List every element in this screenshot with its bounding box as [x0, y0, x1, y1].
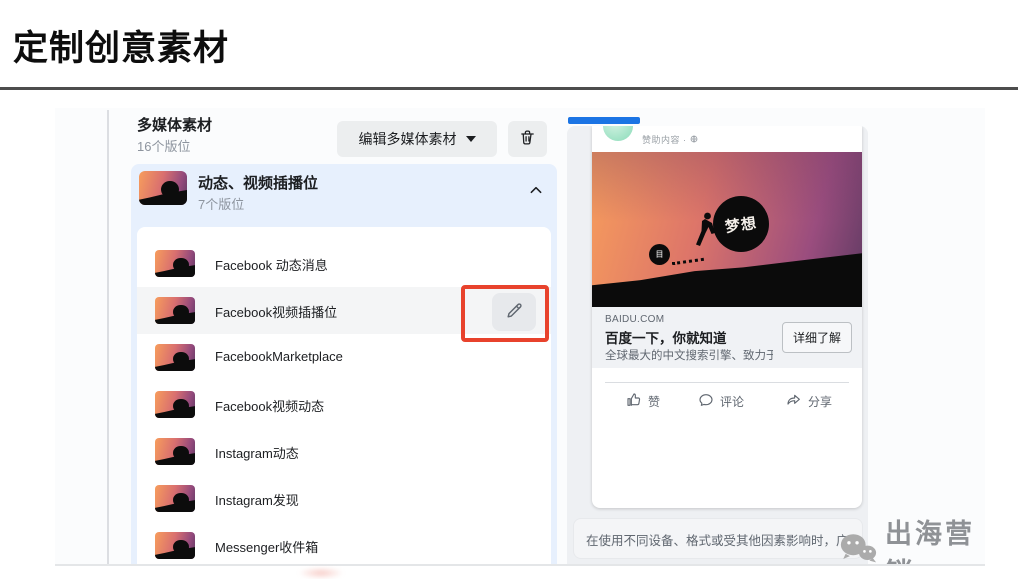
- thumb-up-icon: [626, 392, 642, 411]
- preview-footnote: 在使用不同设备、格式或受其他因素影响时，广: [573, 518, 863, 559]
- person-silhouette: [691, 212, 715, 253]
- group-title: 动态、视频插播位: [198, 175, 319, 192]
- ad-description: 全球最大的中文搜索引擎、致力于让...: [605, 350, 773, 362]
- placement-label: Instagram发现: [215, 493, 299, 508]
- comment-bubble-icon: [698, 392, 714, 411]
- share-action[interactable]: 分享: [786, 388, 832, 414]
- share-label: 分享: [808, 394, 833, 409]
- placement-label: Facebook 动态消息: [215, 258, 328, 273]
- placement-label: FacebookMarketplace: [215, 349, 343, 364]
- list-item-facebook-marketplace[interactable]: FacebookMarketplace: [137, 334, 551, 381]
- watermark: 出海营销: [838, 512, 985, 565]
- active-tab-indicator: [568, 117, 640, 124]
- caret-down-icon: [465, 136, 476, 142]
- panel-edge-divider: [107, 110, 109, 564]
- comment-label: 评论: [720, 394, 745, 409]
- trash-icon: [519, 129, 536, 149]
- group-count: 7个版位: [198, 197, 245, 212]
- dream-ball-graphic: 梦想: [713, 196, 769, 252]
- placement-thumbnail: [155, 485, 195, 512]
- red-smudge-artifact: [298, 567, 344, 579]
- placement-thumbnail: [155, 438, 195, 465]
- placement-thumbnail: [155, 250, 195, 277]
- like-label: 赞: [648, 394, 661, 409]
- chevron-up-icon[interactable]: [529, 182, 543, 200]
- sponsored-label: 赞助内容 ·: [642, 133, 698, 146]
- watermark-text: 出海营销: [885, 519, 975, 564]
- globe-icon: [690, 135, 698, 145]
- page-avatar: [603, 126, 633, 141]
- placement-thumbnail: [155, 532, 195, 559]
- actions-divider: [605, 382, 849, 383]
- media-section-count: 16个版位: [137, 139, 191, 154]
- ad-headline: 百度一下，你就知道: [605, 331, 727, 346]
- group-thumbnail: [139, 171, 187, 205]
- list-item-instagram-explore[interactable]: Instagram发现: [137, 475, 551, 522]
- like-action[interactable]: 赞: [626, 388, 660, 414]
- page-title: 定制创意素材: [13, 29, 230, 68]
- list-item-facebook-feed[interactable]: Facebook 动态消息: [137, 240, 551, 287]
- placement-label: Facebook视频插播位: [215, 305, 338, 320]
- ad-domain: BAIDU.COM: [605, 314, 665, 325]
- edit-media-button-label: 编辑多媒体素材: [358, 131, 457, 147]
- placement-label: Facebook视频动态: [215, 399, 325, 414]
- title-divider: [0, 87, 1018, 90]
- list-item-messenger-inbox[interactable]: Messenger收件箱: [137, 522, 551, 564]
- learn-more-button[interactable]: 详细了解: [781, 322, 852, 353]
- ad-preview-card: 赞助内容 · 目 梦想 BAIDU.COM 百度一下，你就知道 全球最大的中文搜…: [592, 126, 862, 508]
- list-item-facebook-instream[interactable]: Facebook视频插播位: [137, 287, 551, 334]
- screenshot-region: 多媒体素材 16个版位 编辑多媒体素材 动态、视频插播位 7个版位 Facebo…: [55, 108, 985, 566]
- share-arrow-icon: [786, 392, 802, 411]
- placement-thumbnail: [155, 344, 195, 371]
- list-item-instagram-feed[interactable]: Instagram动态: [137, 428, 551, 475]
- placement-label: Messenger收件箱: [215, 540, 319, 555]
- placement-group[interactable]: 动态、视频插播位 7个版位 Facebook 动态消息 Facebook视频插播…: [131, 164, 557, 564]
- list-item-facebook-video-feed[interactable]: Facebook视频动态: [137, 381, 551, 428]
- edit-placement-button[interactable]: [492, 293, 536, 331]
- edit-media-button[interactable]: 编辑多媒体素材: [337, 121, 497, 157]
- media-section-title: 多媒体素材: [137, 117, 213, 134]
- comment-action[interactable]: 评论: [698, 388, 744, 414]
- pencil-icon: [505, 301, 524, 323]
- small-ball-graphic: 目: [649, 244, 670, 265]
- placement-thumbnail: [155, 297, 195, 324]
- wechat-icon: [838, 531, 878, 565]
- ad-preview-panel: 赞助内容 · 目 梦想 BAIDU.COM 百度一下，你就知道 全球最大的中文搜…: [567, 126, 868, 564]
- delete-media-button[interactable]: [508, 121, 547, 157]
- placement-label: Instagram动态: [215, 446, 299, 461]
- placement-thumbnail: [155, 391, 195, 418]
- placement-list: Facebook 动态消息 Facebook视频插播位 FacebookMark…: [137, 227, 551, 564]
- ad-image: 目 梦想: [592, 152, 862, 307]
- slide: 定制创意素材 多媒体素材 16个版位 编辑多媒体素材 动态、视频插播位 7个版位: [0, 0, 1018, 579]
- ad-link-info: BAIDU.COM 百度一下，你就知道 全球最大的中文搜索引擎、致力于让... …: [592, 307, 862, 368]
